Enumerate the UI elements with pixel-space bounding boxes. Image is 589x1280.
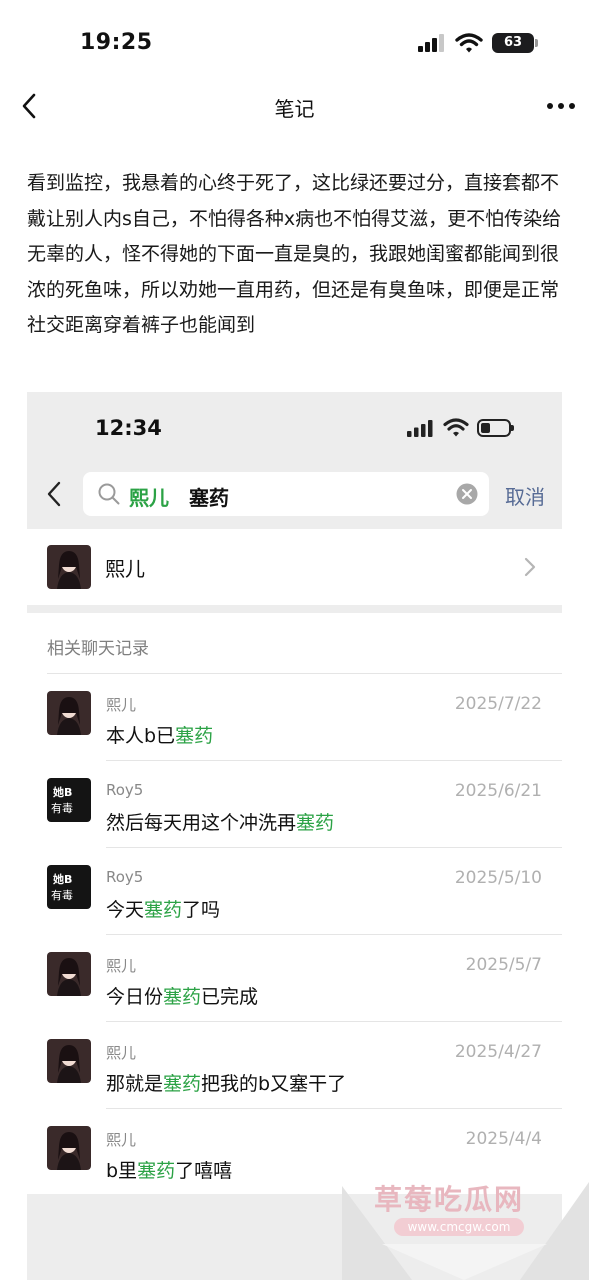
message-text-after: 已完成 [201, 986, 259, 1008]
sender-name: Roy5 [106, 781, 144, 799]
inner-status-time: 12:34 [95, 416, 162, 440]
chat-result-row[interactable]: 她B 有毒 Roy5 2025/6/21 然后每天用这个冲洗再塞药 [27, 761, 562, 848]
message-text: b里塞药了嘻嘻 [106, 1156, 232, 1183]
sender-name: Roy5 [106, 868, 144, 886]
message-date: 2025/5/10 [454, 868, 542, 888]
sender-avatar-text: 她B 有毒 [47, 778, 91, 822]
sender-avatar-photo [47, 952, 91, 996]
embedded-chat-search-screenshot: 12:34 熙儿 塞药 取消 熙儿 相关聊天记录 熙儿 2025/7/22 本人… [27, 392, 562, 1280]
message-date: 2025/4/27 [454, 1042, 542, 1062]
wifi-icon [455, 33, 483, 53]
keyword-highlight: 塞药 [137, 1160, 176, 1182]
message-text: 然后每天用这个冲洗再塞药 [106, 808, 334, 835]
cellular-signal-icon [418, 34, 444, 52]
message-text-after: 了嘻嘻 [175, 1160, 233, 1182]
chat-result-row[interactable]: 熙儿 2025/4/27 那就是塞药把我的b又塞干了 [27, 1022, 562, 1109]
message-text-before: b里 [106, 1160, 138, 1182]
note-body-text: 看到监控，我悬着的心终于死了，这比绿还要过分，直接套都不戴让别人内s自己，不怕得… [27, 172, 562, 336]
contact-result[interactable]: 熙儿 [27, 529, 562, 605]
keyword-highlight: 塞药 [296, 812, 335, 834]
chevron-right-icon [524, 557, 536, 577]
message-text: 今天塞药了吗 [106, 895, 220, 922]
section-title: 相关聊天记录 [47, 639, 149, 659]
sender-avatar-text: 她B 有毒 [47, 865, 91, 909]
message-text: 今日份塞药已完成 [106, 982, 258, 1009]
sender-avatar-photo [47, 1039, 91, 1083]
inner-battery-icon [477, 419, 514, 437]
search-term-contact: 熙儿 [129, 486, 169, 510]
sender-avatar-photo [47, 691, 91, 735]
battery-indicator: 63 [492, 33, 538, 53]
keyword-highlight: 塞药 [144, 899, 183, 921]
message-date: 2025/6/21 [454, 781, 542, 801]
message-text-before: 然后每天用这个冲洗再 [106, 812, 297, 834]
search-term-keyword: 塞药 [189, 486, 229, 510]
keyword-highlight: 塞药 [163, 1073, 202, 1095]
keyword-highlight: 塞药 [175, 725, 214, 747]
section-divider [27, 605, 562, 613]
sender-name: 熙儿 [106, 1044, 137, 1062]
search-back-icon[interactable] [45, 480, 63, 508]
message-text-before: 本人b已 [106, 725, 176, 747]
contact-avatar [47, 545, 91, 589]
message-text-after: 了吗 [182, 899, 221, 921]
svg-text:有毒: 有毒 [51, 801, 73, 815]
message-text-before: 今天 [106, 899, 145, 921]
inner-wifi-icon [443, 418, 469, 437]
chat-result-row[interactable]: 她B 有毒 Roy5 2025/5/10 今天塞药了吗 [27, 848, 562, 935]
contact-name: 熙儿 [105, 557, 145, 581]
search-input[interactable]: 熙儿 塞药 [83, 472, 489, 516]
more-options-icon[interactable] [546, 102, 576, 110]
svg-text:她B: 她B [53, 785, 72, 799]
inner-signal-icon [407, 420, 433, 437]
svg-text:有毒: 有毒 [51, 888, 73, 902]
message-text: 本人b已塞药 [106, 721, 213, 748]
message-date: 2025/4/4 [465, 1129, 542, 1149]
page-title: 笔记 [274, 97, 315, 121]
chat-result-row[interactable]: 熙儿 2025/5/7 今日份塞药已完成 [27, 935, 562, 1022]
sender-name: 熙儿 [106, 1131, 137, 1149]
sender-avatar-photo [47, 1126, 91, 1170]
sender-name: 熙儿 [106, 957, 137, 975]
message-text-after: 把我的b又塞干了 [201, 1073, 347, 1095]
status-bar: 19:25 63 [0, 0, 589, 80]
message-text-before: 那就是 [106, 1073, 164, 1095]
message-date: 2025/5/7 [465, 955, 542, 975]
keyword-highlight: 塞药 [163, 986, 202, 1008]
sender-name: 熙儿 [106, 696, 137, 714]
message-text: 那就是塞药把我的b又塞干了 [106, 1069, 346, 1096]
status-time: 19:25 [80, 30, 153, 55]
cancel-button[interactable]: 取消 [505, 481, 545, 510]
message-date: 2025/7/22 [454, 694, 542, 714]
nav-bar: 笔记 [0, 80, 589, 132]
search-icon [98, 483, 120, 505]
bottom-area [27, 1194, 562, 1280]
svg-text:她B: 她B [53, 872, 72, 886]
message-text-before: 今日份 [106, 986, 164, 1008]
clear-search-icon[interactable] [456, 483, 478, 505]
chat-result-row[interactable]: 熙儿 2025/4/4 b里塞药了嘻嘻 [27, 1109, 562, 1196]
chat-result-row[interactable]: 熙儿 2025/7/22 本人b已塞药 [27, 674, 562, 761]
